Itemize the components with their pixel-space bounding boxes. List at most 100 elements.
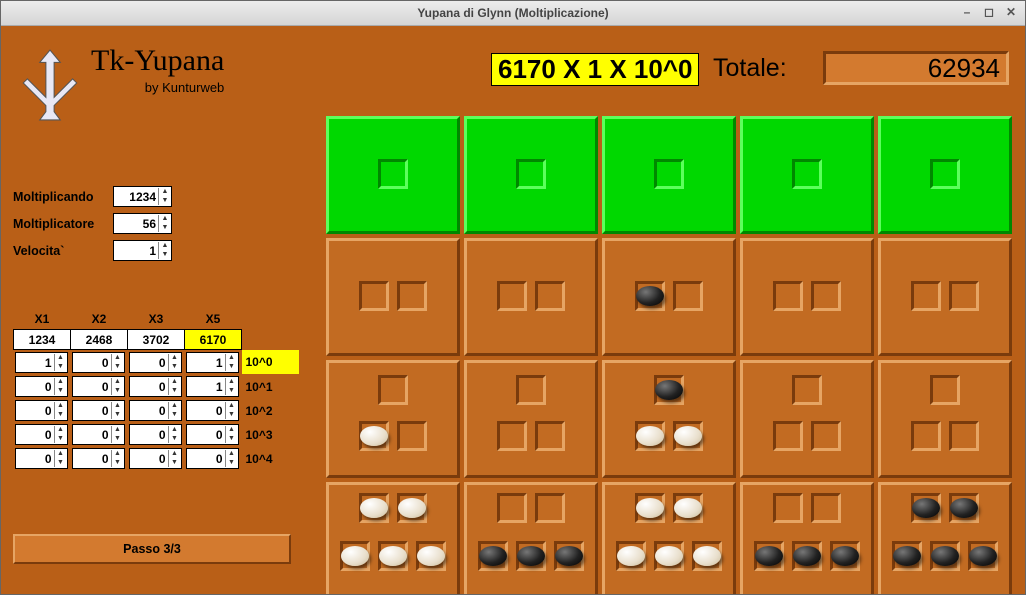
sheet-spin[interactable]: ▲▼ bbox=[15, 424, 68, 445]
slot[interactable] bbox=[773, 281, 803, 311]
spin-up-icon[interactable]: ▲ bbox=[169, 426, 181, 435]
sheet-spin[interactable]: ▲▼ bbox=[15, 400, 68, 421]
spin-up-icon[interactable]: ▲ bbox=[159, 188, 171, 197]
sheet-spin[interactable]: ▲▼ bbox=[186, 448, 239, 469]
spin-down-icon[interactable]: ▼ bbox=[159, 224, 171, 233]
slot[interactable] bbox=[911, 421, 941, 451]
sheet-input[interactable] bbox=[16, 378, 54, 395]
slot[interactable] bbox=[535, 493, 565, 523]
sheet-input[interactable] bbox=[130, 426, 168, 443]
spin-down-icon[interactable]: ▼ bbox=[159, 251, 171, 260]
sheet-input[interactable] bbox=[73, 450, 111, 467]
slot[interactable] bbox=[930, 375, 960, 405]
slot[interactable] bbox=[535, 421, 565, 451]
yupana-cell[interactable] bbox=[602, 238, 736, 356]
yupana-cell[interactable] bbox=[878, 116, 1012, 234]
spin-down-icon[interactable]: ▼ bbox=[226, 411, 238, 420]
sheet-input[interactable] bbox=[73, 426, 111, 443]
spin-down-icon[interactable]: ▼ bbox=[226, 363, 238, 372]
sheet-input[interactable] bbox=[130, 354, 168, 371]
slot[interactable] bbox=[516, 159, 546, 189]
slot[interactable] bbox=[397, 281, 427, 311]
spin-down-icon[interactable]: ▼ bbox=[226, 459, 238, 468]
spin-up-icon[interactable]: ▲ bbox=[112, 402, 124, 411]
slot[interactable] bbox=[773, 493, 803, 523]
sheet-input[interactable] bbox=[16, 426, 54, 443]
input-Moltiplicando[interactable] bbox=[114, 188, 158, 205]
yupana-cell[interactable] bbox=[602, 116, 736, 234]
sheet-input[interactable] bbox=[187, 354, 225, 371]
yupana-cell[interactable] bbox=[326, 116, 460, 234]
slot[interactable] bbox=[773, 421, 803, 451]
spin-down-icon[interactable]: ▼ bbox=[226, 435, 238, 444]
sheet-spin[interactable]: ▲▼ bbox=[129, 352, 182, 373]
slot[interactable] bbox=[359, 281, 389, 311]
sheet-spin[interactable]: ▲▼ bbox=[186, 352, 239, 373]
slot[interactable] bbox=[673, 281, 703, 311]
spin-Moltiplicatore[interactable]: ▲▼ bbox=[113, 213, 172, 234]
sheet-spin[interactable]: ▲▼ bbox=[129, 424, 182, 445]
input-Moltiplicatore[interactable] bbox=[114, 215, 158, 232]
input-Velocita`[interactable] bbox=[114, 242, 158, 259]
spin-up-icon[interactable]: ▲ bbox=[55, 402, 67, 411]
sheet-spin[interactable]: ▲▼ bbox=[186, 424, 239, 445]
sheet-input[interactable] bbox=[130, 402, 168, 419]
maximize-icon[interactable]: ◻ bbox=[981, 4, 997, 20]
slot[interactable] bbox=[378, 159, 408, 189]
spin-down-icon[interactable]: ▼ bbox=[159, 197, 171, 206]
sheet-spin[interactable]: ▲▼ bbox=[72, 352, 125, 373]
spin-up-icon[interactable]: ▲ bbox=[55, 426, 67, 435]
spin-up-icon[interactable]: ▲ bbox=[226, 426, 238, 435]
sheet-input[interactable] bbox=[187, 378, 225, 395]
yupana-cell[interactable] bbox=[326, 238, 460, 356]
spin-down-icon[interactable]: ▼ bbox=[112, 387, 124, 396]
slot[interactable] bbox=[949, 281, 979, 311]
step-button[interactable]: Passo 3/3 bbox=[13, 534, 291, 564]
spin-up-icon[interactable]: ▲ bbox=[226, 450, 238, 459]
spin-down-icon[interactable]: ▼ bbox=[55, 411, 67, 420]
spin-down-icon[interactable]: ▼ bbox=[112, 459, 124, 468]
sheet-input[interactable] bbox=[16, 402, 54, 419]
spin-down-icon[interactable]: ▼ bbox=[112, 411, 124, 420]
yupana-cell[interactable] bbox=[878, 238, 1012, 356]
spin-down-icon[interactable]: ▼ bbox=[55, 363, 67, 372]
yupana-cell[interactable] bbox=[464, 116, 598, 234]
spin-down-icon[interactable]: ▼ bbox=[169, 411, 181, 420]
sheet-spin[interactable]: ▲▼ bbox=[72, 448, 125, 469]
spin-Moltiplicando[interactable]: ▲▼ bbox=[113, 186, 172, 207]
spin-up-icon[interactable]: ▲ bbox=[159, 242, 171, 251]
sheet-input[interactable] bbox=[187, 426, 225, 443]
minimize-icon[interactable]: – bbox=[959, 4, 975, 20]
spin-up-icon[interactable]: ▲ bbox=[112, 450, 124, 459]
sheet-spin[interactable]: ▲▼ bbox=[129, 448, 182, 469]
sheet-input[interactable] bbox=[130, 378, 168, 395]
slot[interactable] bbox=[949, 421, 979, 451]
sheet-input[interactable] bbox=[16, 354, 54, 371]
spin-up-icon[interactable]: ▲ bbox=[226, 354, 238, 363]
yupana-cell[interactable] bbox=[326, 360, 460, 478]
sheet-spin[interactable]: ▲▼ bbox=[72, 424, 125, 445]
spin-down-icon[interactable]: ▼ bbox=[169, 363, 181, 372]
spin-up-icon[interactable]: ▲ bbox=[55, 354, 67, 363]
spin-up-icon[interactable]: ▲ bbox=[112, 426, 124, 435]
sheet-input[interactable] bbox=[73, 378, 111, 395]
yupana-cell[interactable] bbox=[602, 482, 736, 594]
slot[interactable] bbox=[516, 375, 546, 405]
spin-up-icon[interactable]: ▲ bbox=[226, 402, 238, 411]
spin-down-icon[interactable]: ▼ bbox=[169, 387, 181, 396]
spin-down-icon[interactable]: ▼ bbox=[169, 435, 181, 444]
yupana-cell[interactable] bbox=[878, 360, 1012, 478]
slot[interactable] bbox=[811, 421, 841, 451]
sheet-input[interactable] bbox=[73, 354, 111, 371]
sheet-spin[interactable]: ▲▼ bbox=[15, 448, 68, 469]
sheet-input[interactable] bbox=[187, 450, 225, 467]
yupana-cell[interactable] bbox=[464, 360, 598, 478]
slot[interactable] bbox=[911, 281, 941, 311]
slot[interactable] bbox=[811, 493, 841, 523]
slot[interactable] bbox=[497, 493, 527, 523]
spin-up-icon[interactable]: ▲ bbox=[112, 354, 124, 363]
spin-down-icon[interactable]: ▼ bbox=[112, 435, 124, 444]
sheet-spin[interactable]: ▲▼ bbox=[129, 376, 182, 397]
spin-up-icon[interactable]: ▲ bbox=[226, 378, 238, 387]
yupana-cell[interactable] bbox=[740, 238, 874, 356]
